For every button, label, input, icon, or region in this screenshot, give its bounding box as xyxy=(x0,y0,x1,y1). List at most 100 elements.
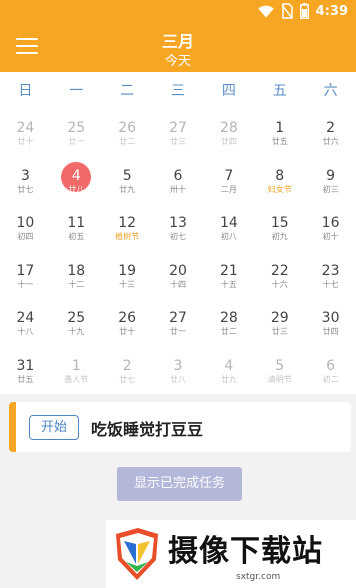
calendar: 日一二三四五六 24 廿十 25 廿一 26 廿二 27 廿三 28 廿四 1 廿五 2 廿六 3 廿七 4 廿八… xyxy=(0,72,356,394)
lunar-date: 初二 xyxy=(322,374,339,384)
lunar-date: 十二 xyxy=(68,279,85,289)
lunar-date: 十九 xyxy=(68,327,85,337)
lunar-date: 十四 xyxy=(170,279,186,289)
lunar-date: 廿五 xyxy=(17,374,34,384)
no-sim-icon xyxy=(281,3,293,19)
day-cell[interactable]: 10 初四 xyxy=(0,203,51,251)
day-number: 28 xyxy=(219,310,238,327)
lunar-date: 廿二 xyxy=(119,137,136,146)
day-cell[interactable]: 11 初五 xyxy=(51,203,102,251)
day-number: 3 xyxy=(20,167,30,184)
day-number: 28 xyxy=(219,120,238,136)
day-cell[interactable]: 28 廿四 xyxy=(203,108,254,156)
day-number: 27 xyxy=(169,120,187,136)
weekday-label: 一 xyxy=(69,83,84,99)
battery-icon xyxy=(299,3,309,19)
day-cell[interactable]: 15 初九 xyxy=(254,203,305,251)
day-cell[interactable]: 6 初二 xyxy=(305,346,356,394)
watermark-text: 摄像下载站 xyxy=(168,534,323,569)
lunar-date: 初四 xyxy=(17,232,34,242)
day-cell[interactable]: 3 廿八 xyxy=(153,346,204,394)
day-number: 15 xyxy=(270,215,289,232)
day-number: 26 xyxy=(118,310,137,327)
lunar-date: 初五 xyxy=(68,232,85,242)
day-cell[interactable]: 27 廿三 xyxy=(153,108,204,156)
lunar-date: 十一 xyxy=(17,279,34,289)
day-cell[interactable]: 21 十五 xyxy=(203,251,254,299)
day-cell[interactable]: 5 清明节 xyxy=(254,346,305,394)
day-number: 1 xyxy=(71,357,81,374)
day-cell[interactable]: 7 二月 xyxy=(203,156,254,204)
day-number: 24 xyxy=(16,310,35,327)
day-cell[interactable]: 18 十二 xyxy=(51,251,102,299)
wifi-icon xyxy=(257,5,274,17)
day-cell[interactable]: 28 廿二 xyxy=(203,298,254,346)
day-cell[interactable]: 30 廿四 xyxy=(305,298,356,346)
day-number: 24 xyxy=(16,120,35,136)
day-cell[interactable]: 24 廿十 xyxy=(0,108,51,156)
day-number: 23 xyxy=(321,262,340,279)
day-cell[interactable]: 29 廿三 xyxy=(254,298,305,346)
lunar-date: 廿十 xyxy=(17,137,34,146)
day-cell[interactable]: 25 十九 xyxy=(51,298,102,346)
day-number: 2 xyxy=(326,120,336,136)
day-cell[interactable]: 17 十一 xyxy=(0,251,51,299)
day-number: 27 xyxy=(169,310,187,327)
day-cell[interactable]: 27 廿一 xyxy=(153,298,204,346)
day-cell[interactable]: 31 廿五 xyxy=(0,346,51,394)
today-button[interactable]: 今天 xyxy=(0,50,356,69)
day-cell[interactable]: 25 廿一 xyxy=(51,108,102,156)
lunar-date: 廿六 xyxy=(322,137,339,146)
day-number: 25 xyxy=(67,120,86,136)
day-number: 13 xyxy=(169,215,187,232)
day-cell[interactable]: 2 廿六 xyxy=(305,108,356,156)
day-cell[interactable]: 2 廿七 xyxy=(102,346,153,394)
day-number: 6 xyxy=(326,357,336,374)
lunar-date: 廿七 xyxy=(17,184,34,194)
day-cell[interactable]: 13 初七 xyxy=(153,203,204,251)
day-cell[interactable]: 8 妇女节 xyxy=(254,156,305,204)
month-title: 三月 xyxy=(161,32,194,51)
festival-label: 植树节 xyxy=(115,232,140,242)
day-cell[interactable]: 4 廿九 xyxy=(203,346,254,394)
day-number: 25 xyxy=(67,310,86,327)
lunar-date: 廿九 xyxy=(220,374,237,384)
day-number: 6 xyxy=(173,167,183,184)
app-bar: 三月 今天 xyxy=(0,24,356,72)
day-cell[interactable]: 23 十七 xyxy=(305,251,356,299)
day-number: 10 xyxy=(16,215,35,232)
day-cell[interactable]: 26 廿十 xyxy=(102,298,153,346)
day-cell[interactable]: 16 初十 xyxy=(305,203,356,251)
day-cell[interactable]: 9 初三 xyxy=(305,156,356,204)
day-cell[interactable]: 1 廿五 xyxy=(254,108,305,156)
day-cell[interactable]: 24 十八 xyxy=(0,298,51,346)
day-cell-today[interactable]: 4 廿八 xyxy=(51,156,102,204)
lunar-date: 廿四 xyxy=(220,137,237,146)
day-cell[interactable]: 12 植树节 xyxy=(102,203,153,251)
day-cell[interactable]: 14 初八 xyxy=(203,203,254,251)
lunar-date: 廿十 xyxy=(119,327,136,337)
day-number: 12 xyxy=(118,215,137,232)
week-row: 31 廿五 1 愚人节 2 廿七 3 廿八 4 廿九 5 清明节 6 初二 xyxy=(0,346,356,394)
day-number: 16 xyxy=(321,215,340,232)
day-number: 20 xyxy=(169,262,187,279)
day-number: 19 xyxy=(118,262,137,279)
day-cell[interactable]: 26 廿二 xyxy=(102,108,153,156)
day-cell[interactable]: 19 十三 xyxy=(102,251,153,299)
day-cell[interactable]: 5 廿九 xyxy=(102,156,153,204)
lunar-date: 廿一 xyxy=(68,137,85,146)
day-cell[interactable]: 22 十六 xyxy=(254,251,305,299)
lunar-date: 初十 xyxy=(322,232,339,242)
lunar-date: 二月 xyxy=(220,184,237,194)
day-number: 1 xyxy=(275,120,285,136)
lunar-date: 卅十 xyxy=(170,184,186,194)
day-cell[interactable]: 6 卅十 xyxy=(153,156,204,204)
start-button[interactable]: 开始 xyxy=(29,415,79,440)
day-number: 5 xyxy=(122,167,132,184)
day-cell[interactable]: 1 愚人节 xyxy=(51,346,102,394)
lunar-date: 愚人节 xyxy=(64,374,89,384)
task-card[interactable]: 开始 吃饭睡觉打豆豆 xyxy=(9,402,351,452)
show-completed-tasks-button[interactable]: 显示已完成任务 xyxy=(117,467,242,501)
day-cell[interactable]: 3 廿七 xyxy=(0,156,51,204)
day-cell[interactable]: 20 十四 xyxy=(153,251,204,299)
